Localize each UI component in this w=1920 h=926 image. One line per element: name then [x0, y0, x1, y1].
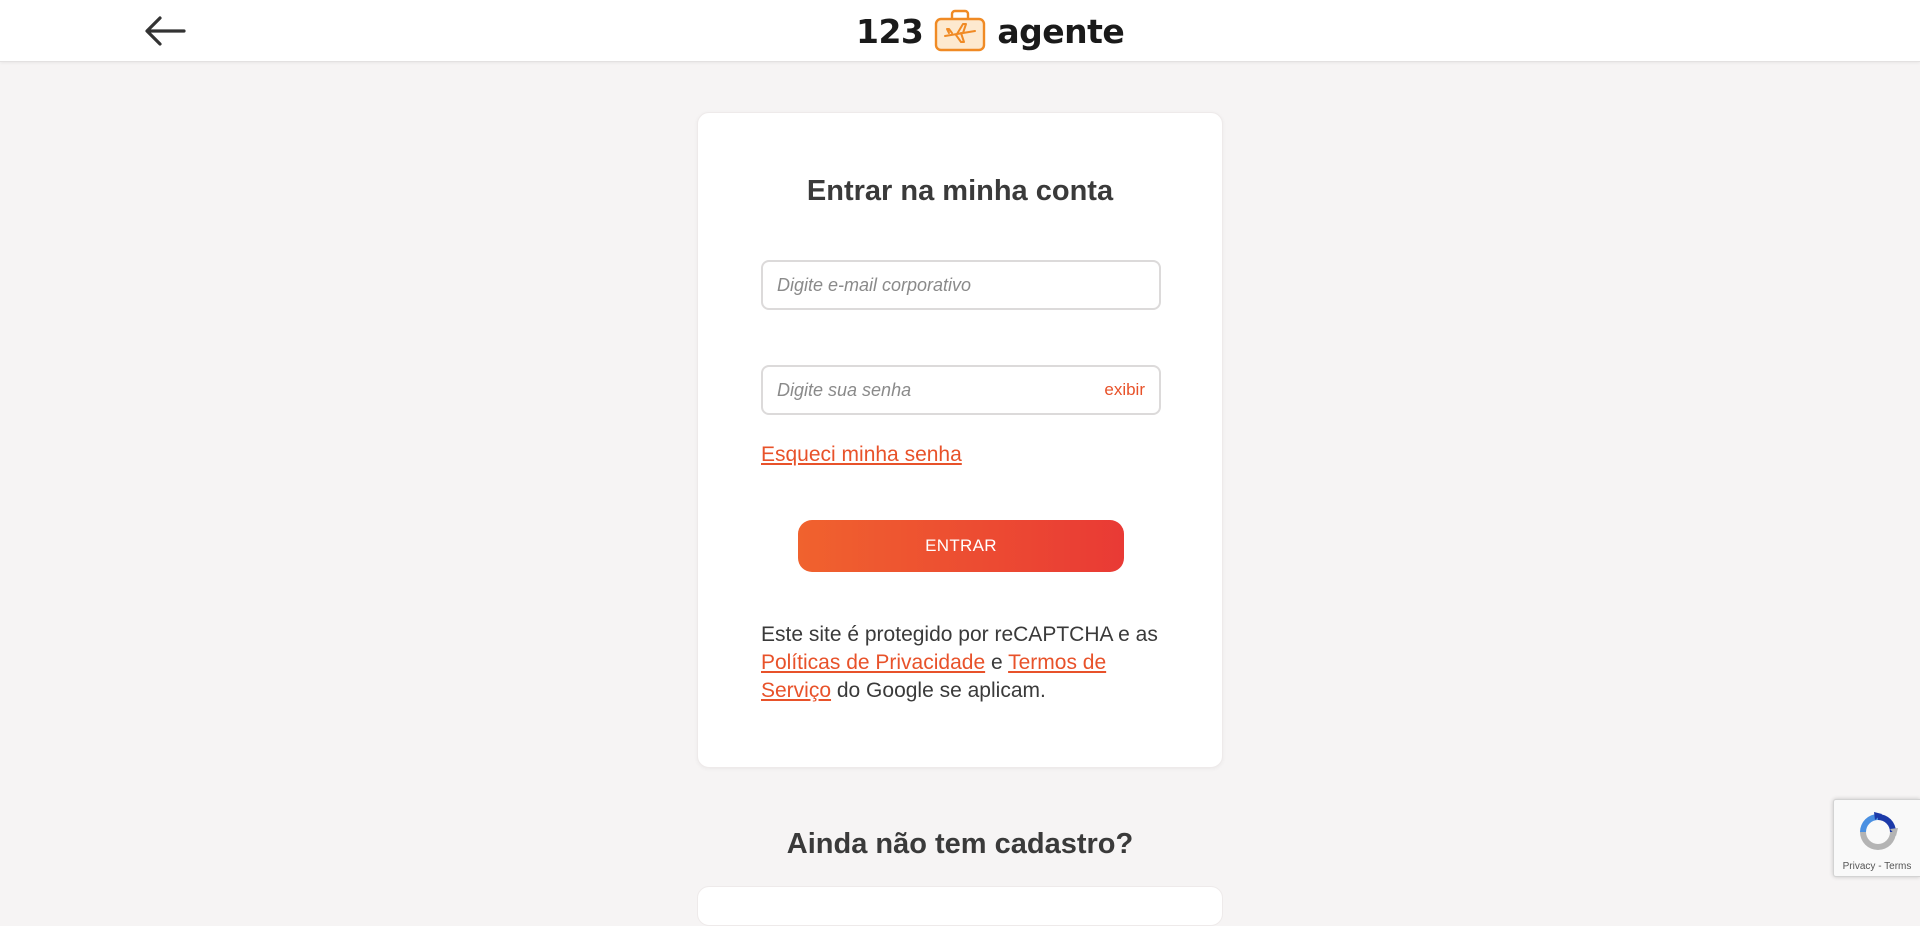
recaptcha-notice-text: Este site é protegido por reCAPTCHA e as: [761, 623, 1158, 646]
signup-card: [697, 886, 1223, 926]
back-button[interactable]: [142, 12, 188, 50]
password-field[interactable]: exibir: [761, 365, 1161, 415]
logo-suffix: agente: [997, 11, 1125, 51]
logo-prefix: 123: [856, 11, 924, 51]
arrow-left-icon: [145, 16, 186, 46]
email-field[interactable]: [761, 260, 1161, 310]
login-card: Entrar na minha conta exibir Esqueci min…: [697, 112, 1223, 768]
top-bar: 123 agente: [0, 0, 1920, 62]
recaptcha-badge[interactable]: Privacy - Terms: [1833, 799, 1920, 877]
signup-heading: Ainda não tem cadastro?: [786, 828, 1134, 860]
recaptcha-privacy-link[interactable]: Privacy: [1843, 861, 1876, 872]
recaptcha-notice-suffix: do Google se aplicam.: [831, 679, 1046, 702]
brand-logo[interactable]: 123 agente: [856, 8, 1125, 54]
suitcase-airplane-icon: [935, 9, 986, 52]
login-submit-button[interactable]: ENTRAR: [798, 520, 1124, 572]
login-title: Entrar na minha conta: [806, 175, 1114, 207]
recaptcha-notice-conjunction: e: [985, 651, 1009, 674]
recaptcha-terms-link[interactable]: Terms: [1884, 861, 1911, 872]
recaptcha-notice: Este site é protegido por reCAPTCHA e as…: [761, 621, 1181, 705]
recaptcha-icon: [1860, 812, 1898, 850]
recaptcha-separator: -: [1875, 861, 1885, 872]
privacy-policy-link[interactable]: Políticas de Privacidade: [761, 651, 985, 674]
forgot-password-link[interactable]: Esqueci minha senha: [761, 443, 962, 467]
recaptcha-badge-links: Privacy - Terms: [1834, 861, 1920, 872]
show-password-toggle[interactable]: exibir: [1104, 380, 1145, 400]
email-input[interactable]: [777, 274, 1145, 296]
password-input[interactable]: [777, 379, 1097, 401]
